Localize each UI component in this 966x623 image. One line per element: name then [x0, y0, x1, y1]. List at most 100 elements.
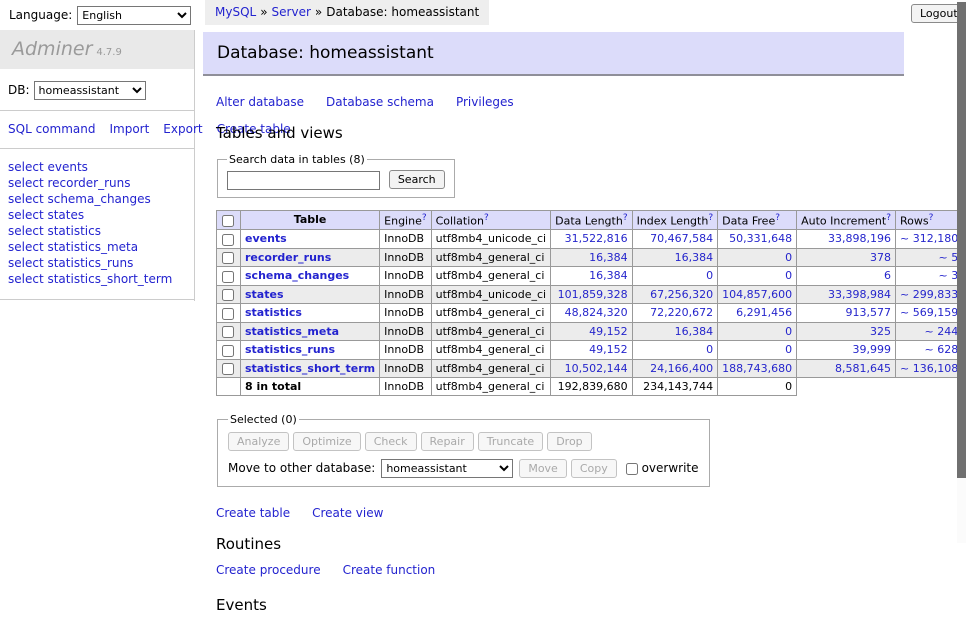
analyze-button[interactable]: Analyze — [228, 432, 289, 451]
sidebar-action-link[interactable]: SQL command — [8, 122, 95, 136]
scrollbar-thumb[interactable] — [957, 2, 966, 478]
help-link[interactable]: ? — [708, 213, 713, 223]
create-link[interactable]: Create table — [216, 506, 290, 520]
row-checkbox[interactable] — [222, 363, 234, 375]
row-checkbox[interactable] — [222, 326, 234, 338]
divider — [0, 148, 194, 149]
help-link[interactable]: ? — [623, 213, 628, 223]
db-action-link[interactable]: Privileges — [456, 95, 514, 109]
language-select[interactable]: English — [77, 6, 191, 25]
search-button[interactable]: Search — [389, 170, 445, 189]
sidebar-select-link[interactable]: select events — [8, 159, 186, 175]
routine-link[interactable]: Create function — [343, 563, 436, 577]
row-checkbox[interactable] — [222, 252, 234, 264]
table-link[interactable]: states — [245, 288, 284, 301]
column-header: Table — [241, 210, 380, 230]
db-label: DB: — [8, 83, 30, 97]
breadcrumb-separator: » — [260, 5, 267, 19]
sidebar-select-link[interactable]: select statistics_short_term — [8, 271, 186, 287]
copy-button[interactable]: Copy — [571, 459, 617, 478]
table-row: statistics_short_termInnoDButf8mb4_gener… — [217, 359, 966, 378]
table-row: schema_changesInnoDButf8mb4_general_ci16… — [217, 267, 966, 286]
table-row: eventsInnoDButf8mb4_unicode_ci31,522,816… — [217, 230, 966, 249]
db-select[interactable]: homeassistant — [34, 81, 146, 100]
table-link[interactable]: statistics_meta — [245, 325, 339, 338]
breadcrumb-link[interactable]: Server — [272, 5, 311, 19]
routine-link[interactable]: Create procedure — [216, 563, 321, 577]
row-checkbox[interactable] — [222, 308, 234, 320]
breadcrumb-separator: » — [315, 5, 322, 19]
search-fieldset: Search data in tables (8) Search — [217, 153, 455, 198]
table-link[interactable]: events — [245, 232, 287, 245]
table-link[interactable]: recorder_runs — [245, 251, 331, 264]
row-checkbox[interactable] — [222, 271, 234, 283]
table-link[interactable]: statistics_short_term — [245, 362, 375, 375]
selected-fieldset: Selected (0) AnalyzeOptimize CheckRepairT… — [217, 413, 710, 487]
help-link[interactable]: ? — [422, 213, 427, 223]
help-link[interactable]: ? — [775, 213, 780, 223]
routines-heading: Routines — [216, 535, 904, 553]
sidebar-select-link[interactable]: select states — [8, 207, 186, 223]
sidebar-select-link[interactable]: select recorder_runs — [8, 175, 186, 191]
column-header: Index Length? — [632, 210, 718, 230]
column-header: Collation? — [431, 210, 550, 230]
sidebar-action-link[interactable]: Import — [109, 122, 149, 136]
optimize-button[interactable]: Optimize — [293, 432, 360, 451]
table-row: statisticsInnoDButf8mb4_general_ci48,824… — [217, 304, 966, 323]
db-selector-row: DB: homeassistant — [0, 69, 194, 102]
column-header: Data Length? — [551, 210, 632, 230]
move-button[interactable]: Move — [519, 459, 567, 478]
help-link[interactable]: ? — [886, 213, 891, 223]
table-row: statistics_metaInnoDButf8mb4_general_ci4… — [217, 322, 966, 341]
breadcrumb-link[interactable]: MySQL — [215, 5, 256, 19]
sidebar: Adminer 4.7.9 DB: homeassistant SQL comman… — [0, 30, 195, 301]
adminer-brand: Adminer — [12, 38, 92, 60]
overwrite-label: overwrite — [642, 461, 699, 475]
sidebar-select-link[interactable]: select schema_changes — [8, 191, 186, 207]
column-header: Auto Increment? — [797, 210, 896, 230]
drop-button[interactable]: Drop — [547, 432, 591, 451]
move-label: Move to other database: — [228, 461, 375, 475]
sidebar-table-links: select eventsselect recorder_runsselect … — [0, 157, 194, 291]
table-row: statesInnoDButf8mb4_unicode_ci101,859,32… — [217, 285, 966, 304]
repair-button[interactable]: Repair — [421, 432, 474, 451]
tables-table-body: eventsInnoDButf8mb4_unicode_ci31,522,816… — [217, 230, 966, 396]
vertical-scrollbar[interactable] — [957, 0, 966, 543]
help-link[interactable]: ? — [484, 213, 489, 223]
table-row: recorder_runsInnoDButf8mb4_general_ci16,… — [217, 248, 966, 267]
sidebar-action-link[interactable]: Export — [163, 122, 202, 136]
sidebar-select-link[interactable]: select statistics — [8, 223, 186, 239]
sidebar-select-link[interactable]: select statistics_runs — [8, 255, 186, 271]
db-action-link[interactable]: Alter database — [216, 95, 304, 109]
selected-legend: Selected (0) — [228, 413, 299, 426]
table-link[interactable]: schema_changes — [245, 269, 349, 282]
column-header: Data Free? — [718, 210, 797, 230]
truncate-button[interactable]: Truncate — [478, 432, 543, 451]
sidebar-select-link[interactable]: select statistics_meta — [8, 239, 186, 255]
breadcrumb: MySQL » Server » Database: homeassistant — [205, 0, 489, 25]
row-checkbox[interactable] — [222, 234, 234, 246]
adminer-version: 4.7.9 — [96, 47, 121, 58]
help-link[interactable]: ? — [929, 213, 934, 223]
table-link[interactable]: statistics — [245, 306, 302, 319]
breadcrumb-current: Database: homeassistant — [326, 5, 479, 19]
column-header: Engine? — [380, 210, 431, 230]
move-db-select[interactable]: homeassistant — [381, 459, 513, 478]
column-header: Rows? — [896, 210, 963, 230]
tables-table-head: TableEngine?Collation?Data Length?Index … — [217, 210, 966, 230]
select-all-checkbox[interactable] — [222, 215, 234, 227]
language-label: Language: — [9, 8, 72, 22]
create-link[interactable]: Create view — [312, 506, 383, 520]
row-checkbox[interactable] — [222, 345, 234, 357]
row-checkbox[interactable] — [222, 289, 234, 301]
db-action-link[interactable]: Database schema — [326, 95, 434, 109]
check-button[interactable]: Check — [365, 432, 417, 451]
table-link[interactable]: statistics_runs — [245, 343, 335, 356]
search-input[interactable] — [227, 171, 380, 190]
main-content: Database: homeassistant Alter database Da… — [203, 32, 904, 623]
move-row: Move to other database: homeassistant Move… — [228, 459, 699, 478]
tables-table: TableEngine?Collation?Data Length?Index … — [216, 210, 966, 397]
page-title: Database: homeassistant — [203, 32, 904, 76]
overwrite-checkbox[interactable] — [626, 463, 638, 475]
divider — [0, 110, 194, 111]
